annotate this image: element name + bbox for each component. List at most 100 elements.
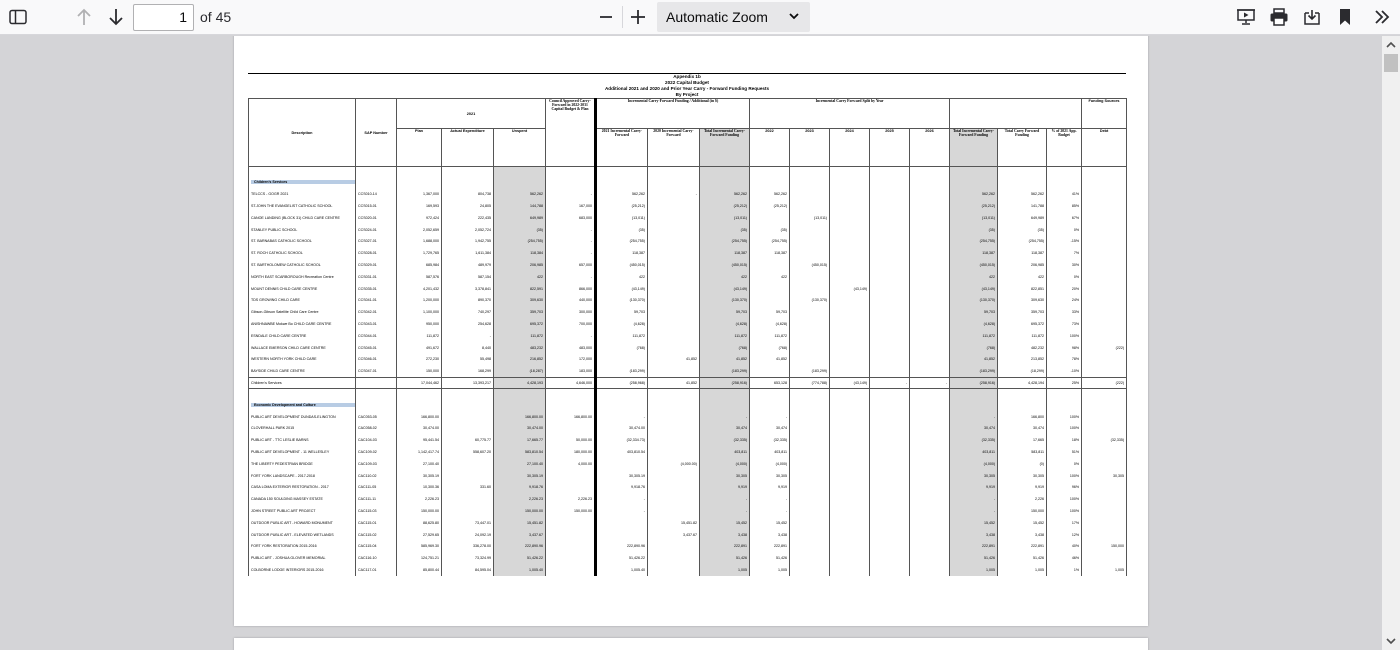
table-row: PUBLIC ART - TTC LESLIE BARNS CAC104-03 95… — [248, 434, 1128, 447]
table-cell: 30,474 — [949, 422, 999, 435]
table-cell — [829, 493, 871, 506]
table-cell: 17% — [1046, 516, 1083, 529]
table-cell — [829, 247, 871, 260]
table-cell — [647, 200, 700, 212]
table-cell: ANISHNAWBE Mokwe Bo CHILD CARE CENTRE — [248, 318, 356, 330]
document-viewer[interactable]: Appendix 1b 2022 Capital Budget Addition… — [0, 36, 1382, 650]
table-cell: (32,335) — [1081, 434, 1128, 447]
table-row: OUTDOOR PUBLIC ART - ELEVATED WETLANDS CA… — [248, 528, 1128, 541]
bookmark-button[interactable] — [1331, 4, 1359, 30]
table-cell: 118,387 — [698, 247, 751, 260]
zoom-in-button[interactable] — [624, 4, 652, 30]
table-cell: CCS044-01 — [355, 329, 397, 342]
table-cell — [869, 516, 911, 529]
sidebar-toggle-button[interactable] — [4, 4, 32, 30]
table-cell: 7% — [1046, 247, 1083, 260]
tools-menu-button[interactable] — [1368, 4, 1396, 30]
table-cell: 822,851 — [997, 282, 1048, 295]
table-cell — [869, 353, 911, 366]
scrollbar-thumb[interactable] — [1384, 54, 1398, 72]
table-cell: CANOE LANDING (BLOCK 31) CHILD CARE CENT… — [248, 211, 356, 224]
bookmark-icon — [1340, 9, 1350, 25]
table-cell: (254,755) — [749, 235, 791, 248]
table-cell — [749, 398, 791, 411]
table-cell: 150,000.00 — [545, 505, 596, 517]
table-cell: 17,044,462 — [396, 376, 442, 390]
table-cell: 222,890.96 — [594, 540, 648, 553]
table-cell: 216,852 — [493, 353, 546, 366]
table-cell: 866,000 — [545, 282, 596, 295]
table-cell — [355, 398, 397, 411]
table-cell: (4,628) — [594, 318, 648, 330]
table-cell: 222,891 — [698, 540, 751, 553]
vertical-scrollbar[interactable] — [1382, 36, 1400, 650]
print-icon — [1270, 8, 1288, 26]
zoom-out-button[interactable] — [592, 4, 620, 30]
table-cell: CCS045-01 — [355, 341, 397, 354]
table-cell — [869, 211, 911, 224]
previous-page-button[interactable] — [70, 4, 98, 30]
presentation-mode-button[interactable] — [1232, 4, 1260, 30]
table-cell: (35) — [594, 223, 648, 236]
table-cell — [949, 388, 999, 399]
table-cell: (25,212) — [594, 200, 648, 212]
table-cell: 17,665.77 — [493, 434, 546, 447]
table-cell: 403,811 — [698, 446, 751, 458]
table-cell: 111,872 — [949, 329, 999, 342]
table-cell — [698, 166, 751, 177]
table-row: BAYSIDE CHILD CARE CENTRE CCS047-01 150,00… — [248, 365, 1128, 378]
table-cell: 41,852 — [698, 353, 751, 366]
header-blank — [949, 98, 1083, 129]
table-cell: (450,015) — [789, 259, 831, 271]
table-cell — [829, 294, 871, 307]
table-cell — [647, 259, 700, 271]
table-cell — [829, 469, 871, 482]
table-cell: (4,000) — [698, 457, 751, 470]
zoom-select[interactable]: Automatic Zoom — [657, 2, 810, 32]
scroll-down-icon[interactable] — [1385, 635, 1397, 647]
table-cell: (130,370) — [698, 294, 751, 307]
table-cell — [396, 388, 442, 399]
table-cell: 562,262 — [949, 188, 999, 201]
table-cell — [869, 259, 911, 271]
table-cell: CAC109-02 — [355, 446, 397, 458]
table-cell: 51,426 — [698, 552, 751, 564]
table-cell — [545, 481, 596, 494]
table-cell: 124,751.21 — [396, 552, 442, 564]
table-cell: 483,000 — [545, 341, 596, 354]
table-cell — [997, 398, 1048, 411]
table-cell: 51% — [1046, 446, 1083, 458]
table-cell: 30,305.19 — [396, 469, 442, 482]
table-cell — [909, 294, 951, 307]
table-cell: CCS027-01 — [355, 235, 397, 248]
save-button[interactable] — [1298, 4, 1326, 30]
print-button[interactable] — [1265, 4, 1293, 30]
table-cell: 51,426.22 — [594, 552, 648, 564]
table-cell: 41% — [1046, 188, 1083, 201]
table-cell: TELCCS - GOGR 2021 — [248, 188, 356, 201]
table-cell — [869, 247, 911, 260]
table-cell: (32,335) — [698, 434, 751, 447]
arrow-up-icon — [77, 8, 91, 25]
scroll-up-icon[interactable] — [1385, 39, 1397, 51]
table-cell: (258,916) — [949, 376, 999, 390]
table-cell: - — [545, 223, 596, 236]
table-cell: 30,305.19 — [493, 469, 546, 482]
table-cell: 1,005 — [698, 564, 751, 576]
table-cell: (183,299) — [949, 365, 999, 378]
table-cell — [493, 166, 546, 177]
table-cell — [909, 422, 951, 435]
table-cell: (25,212) — [698, 200, 751, 212]
table-row: STANLEY PUBLIC SCHOOL CCS024-01 2,052,659 2… — [248, 223, 1128, 236]
table-cell: (183,299) — [594, 365, 648, 378]
table-cell: 78% — [1046, 353, 1083, 366]
table-cell: CLOVERHALL PARK 2015 — [248, 422, 356, 435]
table-cell: (450,015) — [594, 259, 648, 271]
table-cell: 562,262 — [698, 188, 751, 201]
table-cell — [909, 398, 951, 411]
next-page-button[interactable] — [102, 4, 130, 30]
table-cell: (450,015) — [698, 259, 751, 271]
table-cell: 587,154 — [441, 270, 494, 283]
table-cell — [829, 235, 871, 248]
page-number-input[interactable]: 1 — [133, 4, 194, 31]
